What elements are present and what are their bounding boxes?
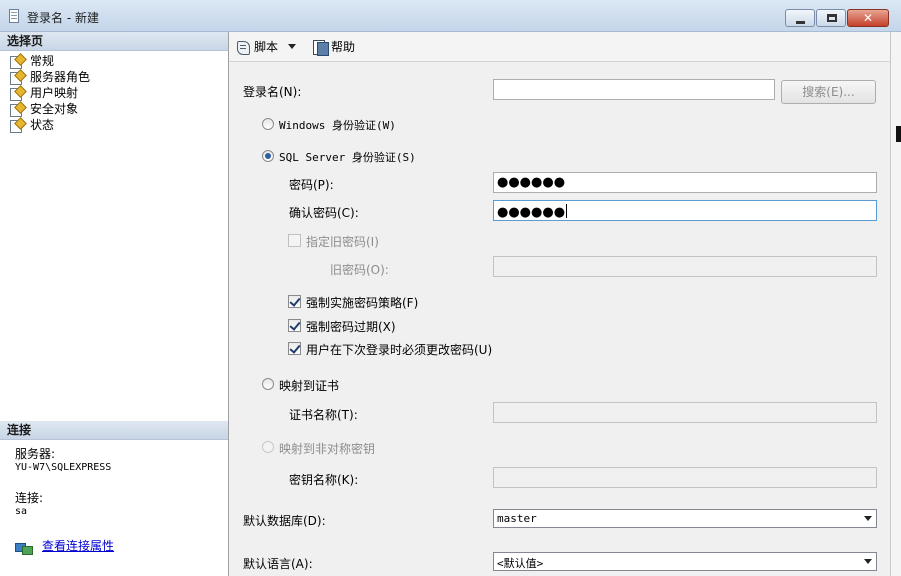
search-button[interactable]: 搜索(E)... [781, 80, 876, 104]
confirm-password-label: 确认密码(C): [289, 206, 359, 220]
document-icon [9, 9, 19, 23]
enforce-expiration-label: 强制密码过期(X) [306, 320, 396, 334]
page-item-label: 服务器角色 [30, 70, 91, 84]
page-icon [10, 119, 24, 133]
page-icon [10, 103, 24, 117]
certificate-name-label: 证书名称(T): [289, 408, 358, 422]
sql-auth-label: SQL Server 身份验证(S) [279, 151, 416, 164]
enforce-policy-checkbox[interactable] [288, 295, 301, 308]
maximize-button[interactable] [816, 9, 846, 27]
chevron-down-icon [864, 516, 872, 521]
window-title: 登录名 - 新建 [27, 11, 99, 25]
page-list: 常规 服务器角色 用户映射 安全对象 状态 [0, 51, 228, 133]
chevron-down-icon[interactable] [288, 44, 297, 49]
default-language-label: 默认语言(A): [243, 557, 313, 571]
left-pane: 选择页 常规 服务器角色 用户映射 安全对象 状态 连接 服务器: YU-W7\… [0, 32, 229, 576]
login-name-label: 登录名(N): [243, 85, 302, 99]
connection-label: 连接: [15, 491, 44, 505]
page-item-general[interactable]: 常规 [0, 53, 228, 69]
vertical-scrollbar[interactable] [890, 32, 901, 576]
windows-auth-radio[interactable] [262, 118, 274, 130]
page-item-label: 常规 [30, 54, 55, 68]
must-change-label: 用户在下次登录时必须更改密码(U) [306, 343, 493, 357]
map-certificate-label: 映射到证书 [279, 379, 340, 393]
key-name-label: 密钥名称(K): [289, 473, 359, 487]
password-label: 密码(P): [289, 178, 334, 192]
must-change-checkbox[interactable] [288, 342, 301, 355]
enforce-policy-label: 强制实施密码策略(F) [306, 296, 419, 310]
sql-auth-radio[interactable] [262, 150, 274, 162]
page-item-securables[interactable]: 安全对象 [0, 101, 228, 117]
old-password-label: 旧密码(O): [330, 263, 389, 277]
key-name-input[interactable] [493, 467, 877, 488]
page-item-label: 状态 [30, 118, 55, 132]
default-database-value: master [497, 512, 537, 525]
password-dots: ●●●●●● [497, 175, 566, 190]
default-database-label: 默认数据库(D): [243, 514, 326, 528]
title-bar: 登录名 - 新建 ✕ [0, 0, 901, 32]
windows-auth-label: Windows 身份验证(W) [279, 119, 396, 132]
map-asymmetric-key-label: 映射到非对称密钥 [279, 442, 376, 456]
script-button[interactable]: 脚本 [236, 38, 304, 55]
map-asymmetric-key-radio[interactable] [262, 441, 274, 453]
maximize-icon [827, 14, 837, 22]
page-item-label: 用户映射 [30, 86, 79, 100]
connection-body: 服务器: YU-W7\SQLEXPRESS 连接: sa 查看连接属性 [0, 440, 228, 555]
page-icon [10, 55, 24, 69]
view-connection-properties[interactable]: 查看连接属性 [15, 540, 228, 555]
confirm-password-input[interactable]: ●●●●●● [493, 200, 877, 221]
specify-old-password-label: 指定旧密码(I) [306, 235, 379, 249]
default-database-select[interactable]: master [493, 509, 877, 528]
server-value: YU-W7\SQLEXPRESS [15, 462, 112, 473]
page-icon [10, 71, 24, 85]
specify-old-password-checkbox[interactable] [288, 234, 301, 247]
help-icon [312, 39, 330, 56]
select-page-header: 选择页 [0, 32, 228, 51]
connection-section: 连接 服务器: YU-W7\SQLEXPRESS 连接: sa 查看连接属性 [0, 421, 228, 555]
minimize-button[interactable] [785, 9, 815, 27]
connection-value: sa [15, 506, 28, 517]
script-icon [236, 39, 250, 55]
confirm-password-dots: ●●●●●● [497, 205, 566, 220]
close-button[interactable]: ✕ [847, 9, 889, 27]
map-certificate-radio[interactable] [262, 378, 274, 390]
view-connection-properties-link[interactable]: 查看连接属性 [42, 540, 114, 553]
right-pane: 脚本 帮助 登录名(N): 搜索(E)... Windows 身份验证(W) S… [229, 32, 890, 576]
page-icon [10, 87, 24, 101]
login-name-input[interactable] [493, 79, 775, 100]
toolbar: 脚本 帮助 [229, 32, 890, 62]
connection-header: 连接 [0, 421, 228, 440]
server-label: 服务器: [15, 447, 56, 461]
page-item-user-mapping[interactable]: 用户映射 [0, 85, 228, 101]
certificate-name-input[interactable] [493, 402, 877, 423]
old-password-input[interactable] [493, 256, 877, 277]
chevron-down-icon [864, 559, 872, 564]
text-caret [566, 204, 568, 218]
page-item-label: 安全对象 [30, 102, 79, 116]
connection-properties-icon [15, 540, 33, 555]
window-controls: ✕ [785, 9, 889, 27]
enforce-expiration-checkbox[interactable] [288, 319, 301, 332]
help-button[interactable]: 帮助 [312, 38, 356, 56]
close-icon: ✕ [862, 11, 874, 25]
help-label: 帮助 [331, 40, 356, 54]
minimize-icon [796, 21, 805, 24]
default-language-select[interactable]: <默认值> [493, 552, 877, 571]
default-language-value: <默认值> [497, 557, 544, 570]
script-label: 脚本 [254, 40, 279, 54]
page-item-status[interactable]: 状态 [0, 117, 228, 133]
page-item-server-roles[interactable]: 服务器角色 [0, 69, 228, 85]
password-input[interactable]: ●●●●●● [493, 172, 877, 193]
